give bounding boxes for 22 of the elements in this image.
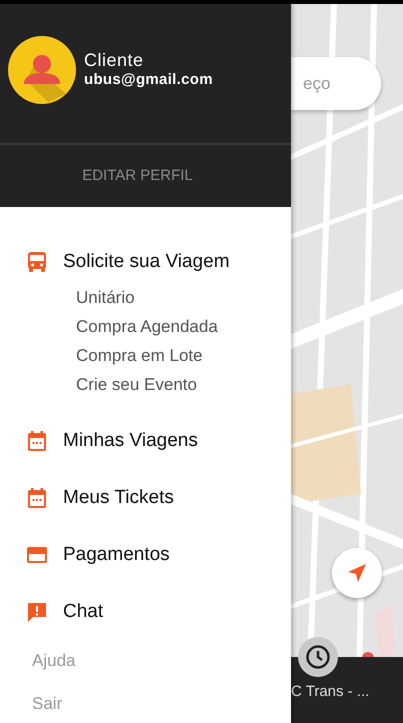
route-title: C Trans - ... (291, 682, 370, 702)
navigation-arrow-icon (346, 562, 368, 584)
menu-item[interactable]: Pagamentos (63, 540, 170, 570)
menu-item[interactable]: Solicite sua Viagem (63, 248, 230, 276)
avatar-icon (8, 36, 76, 104)
menu-item[interactable]: Minhas Viagens (63, 426, 198, 456)
submenu-item[interactable]: Compra em Lote (76, 341, 203, 370)
submenu-item[interactable]: Compra Agendada (76, 312, 218, 341)
submenu-item[interactable]: Crie seu Evento (76, 370, 197, 399)
clock-icon (305, 644, 331, 670)
edit-profile-link[interactable]: EDITAR PERFIL (76, 162, 199, 190)
submenu-item[interactable]: Unitário (76, 283, 135, 312)
profile-name: Cliente (84, 50, 145, 72)
bus-icon (26, 251, 48, 273)
menu-item[interactable]: Chat (63, 598, 104, 626)
credit-card-icon (26, 544, 48, 566)
chat-alert-icon (26, 601, 48, 623)
profile-email: ubus@gmail.com (84, 71, 213, 90)
calendar-icon (26, 487, 48, 509)
search-field[interactable]: eço (291, 57, 381, 110)
menu-item[interactable]: Meus Tickets (63, 484, 174, 512)
calendar-icon (26, 430, 48, 452)
